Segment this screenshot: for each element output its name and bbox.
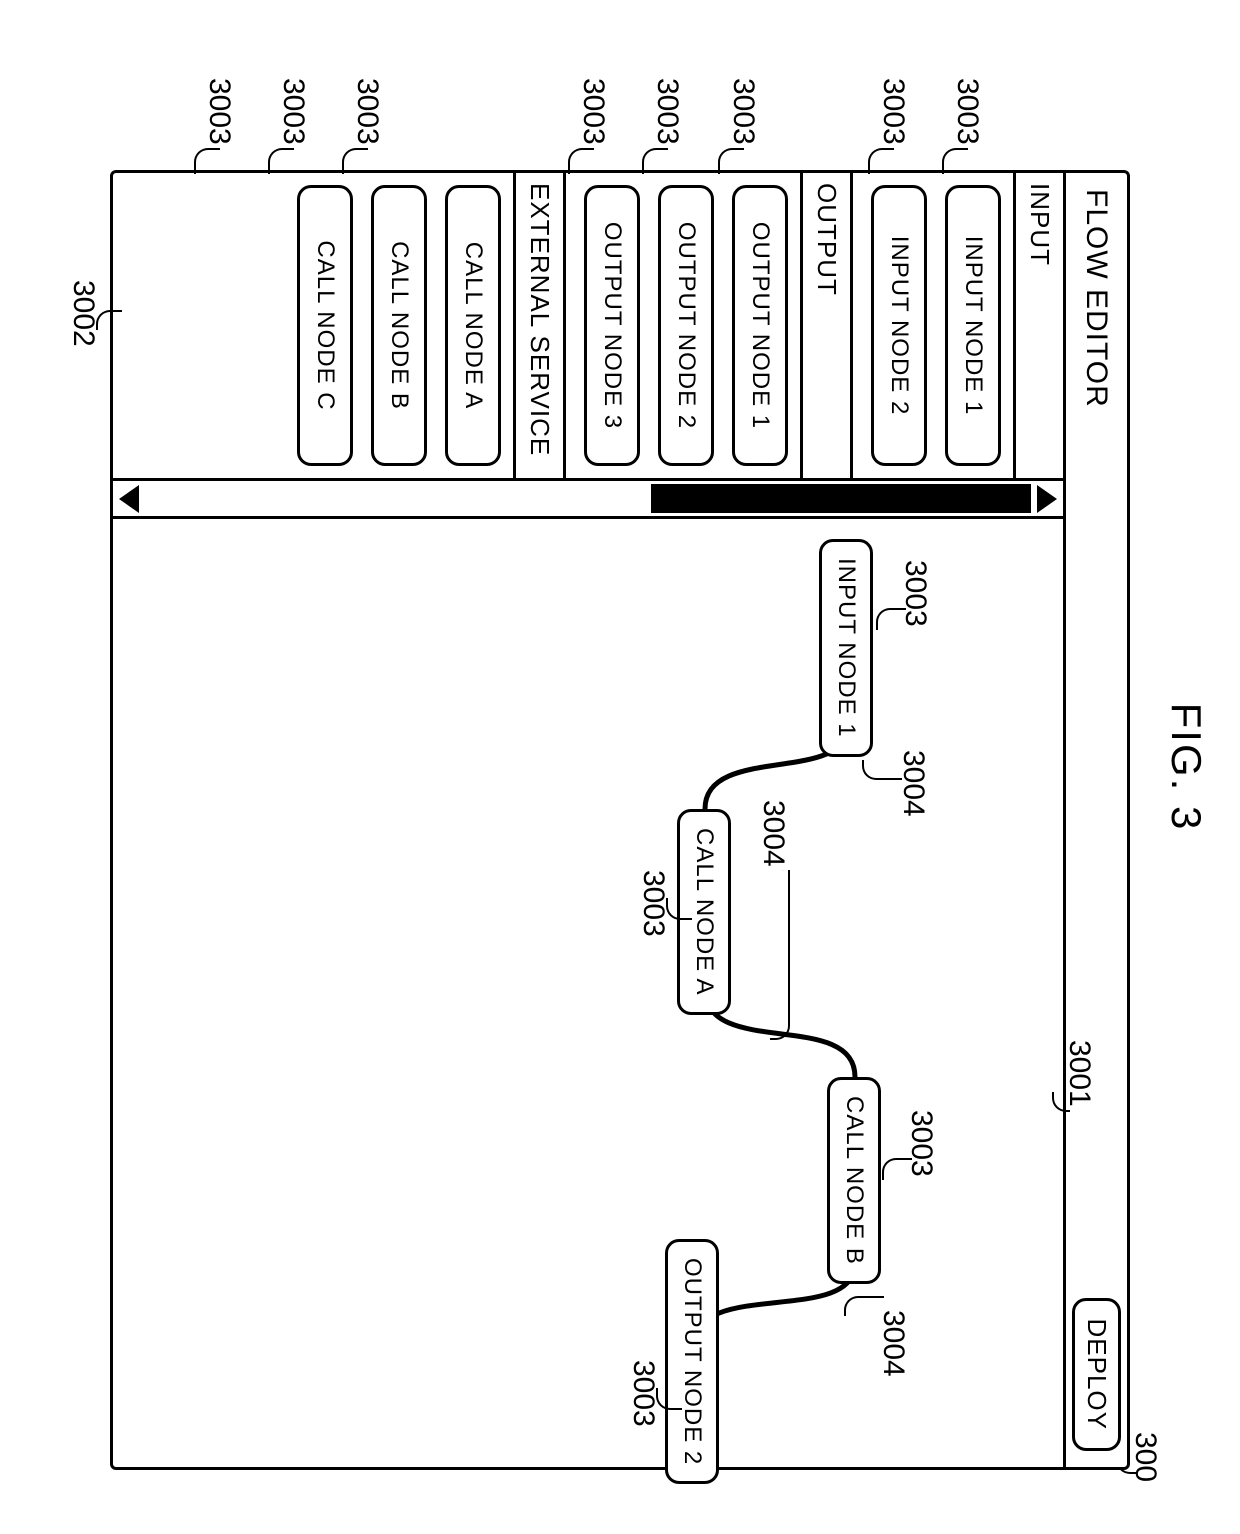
palette-node[interactable]: CALL NODE B [371,185,427,466]
palette-section-header: EXTERNAL SERVICE [513,173,563,478]
ref-3004: 3004 [756,800,790,867]
ref-3003: 3003 [636,870,670,937]
palette-section-header: INPUT [1013,173,1063,478]
palette-node[interactable]: INPUT NODE 1 [945,185,1001,466]
scroll-down-icon[interactable] [119,485,139,513]
ref-3004: 3004 [876,1310,910,1377]
ref-3003: 3003 [576,78,610,145]
titlebar: FLOW EDITOR DEPLOY [1063,173,1127,1467]
window: FLOW EDITOR DEPLOY INPUT INPUT NODE 1 IN… [110,170,1130,1470]
scroll-up-icon[interactable] [1037,485,1057,513]
leader [642,148,668,174]
leader [568,148,594,174]
leader [876,608,906,630]
canvas-node-input-1[interactable]: INPUT NODE 1 [819,539,873,757]
leader [342,148,368,174]
canvas[interactable]: INPUT NODE 1 CALL NODE A CALL NODE B OUT… [113,519,1063,1467]
ref-3003: 3003 [950,78,984,145]
wires [113,519,1063,1467]
leader [882,1158,912,1180]
leader [770,870,790,1040]
deploy-button[interactable]: DEPLOY [1072,1298,1121,1452]
palette-section-header: OUTPUT [800,173,850,478]
scrollbar[interactable] [113,481,1063,519]
scroll-thumb[interactable] [651,484,1031,513]
figure-title: FIG. 3 [1162,0,1210,1534]
palette-node[interactable]: OUTPUT NODE 3 [584,185,640,466]
palette: INPUT INPUT NODE 1 INPUT NODE 2 OUTPUT O… [113,173,1063,481]
palette-node[interactable]: CALL NODE A [445,185,501,466]
ref-3003: 3003 [202,78,236,145]
canvas-node-output-2[interactable]: OUTPUT NODE 2 [665,1239,719,1484]
palette-node[interactable]: CALL NODE C [297,185,353,466]
ref-3003: 3003 [876,78,910,145]
palette-node[interactable]: OUTPUT NODE 2 [658,185,714,466]
ref-3003: 3003 [276,78,310,145]
leader [868,148,894,174]
leader [942,148,968,174]
ref-3003: 3003 [650,78,684,145]
window-title: FLOW EDITOR [1080,189,1114,408]
leader [268,148,294,174]
leader [718,148,744,174]
ref-3003: 3003 [350,78,384,145]
palette-node[interactable]: INPUT NODE 2 [871,185,927,466]
palette-node[interactable]: OUTPUT NODE 1 [732,185,788,466]
leader [96,310,122,330]
canvas-node-call-b[interactable]: CALL NODE B [827,1077,881,1284]
leader [194,148,220,174]
leader [844,1296,884,1316]
leader [862,760,902,780]
ref-3003: 3003 [726,78,760,145]
ref-3002: 3002 [66,280,100,347]
ref-3003: 3003 [626,1360,660,1427]
